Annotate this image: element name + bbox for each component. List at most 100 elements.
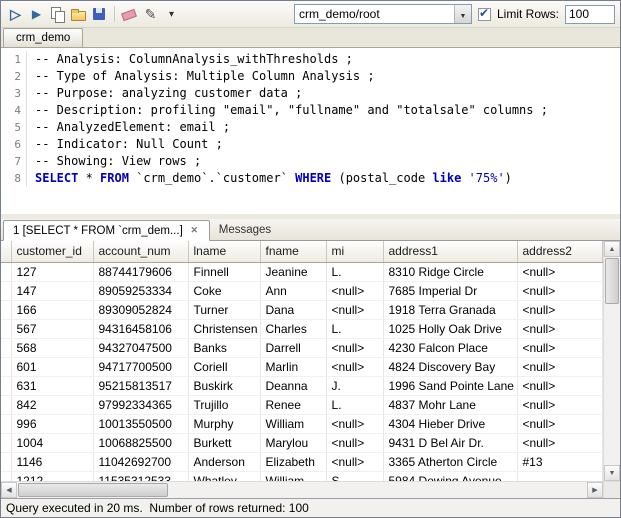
column-header[interactable]: lname [188,241,260,262]
cell[interactable]: Banks [188,338,260,357]
vertical-scrollbar[interactable] [603,241,620,481]
table-row[interactable]: 121211535312533WhatleyWilliamS.5984 Dewi… [1,471,603,481]
cell[interactable]: J. [326,376,383,395]
cell[interactable]: 11042692700 [93,452,188,471]
cell[interactable]: 601 [11,357,93,376]
cell[interactable]: 5984 Dewing Avenue [383,471,517,481]
cell[interactable]: <null> [517,414,603,433]
column-header[interactable]: fname [260,241,326,262]
vertical-scrollbar-thumb[interactable] [605,258,619,304]
cell[interactable]: 89309052824 [93,300,188,319]
horizontal-scrollbar-thumb[interactable] [18,483,168,497]
table-row[interactable]: 60194717700500CoriellMarlin<null>4824 Di… [1,357,603,376]
cell[interactable]: Burkett [188,433,260,452]
cell[interactable]: <null> [326,433,383,452]
cell[interactable]: 89059253334 [93,281,188,300]
clear-icon[interactable] [120,5,139,24]
chevron-down-icon[interactable] [162,5,181,24]
table-row[interactable]: 56894327047500BanksDarrell<null>4230 Fal… [1,338,603,357]
scroll-right-button[interactable] [587,482,603,498]
cell[interactable]: 7685 Imperial Dr [383,281,517,300]
cell[interactable]: Renee [260,395,326,414]
cell[interactable]: <null> [517,357,603,376]
cell[interactable]: Trujillo [188,395,260,414]
editor-line[interactable]: 2-- Type of Analysis: Multiple Column An… [1,68,620,85]
cell[interactable]: 147 [11,281,93,300]
cell[interactable]: <null> [517,376,603,395]
cell[interactable]: 1918 Terra Granada [383,300,517,319]
vertical-scrollbar-track[interactable] [604,257,620,465]
cell[interactable]: 3365 Atherton Circle [383,452,517,471]
column-header[interactable]: customer_id [11,241,93,262]
cell[interactable]: <null> [326,357,383,376]
cell[interactable]: <null> [517,395,603,414]
cell[interactable]: Coke [188,281,260,300]
cell[interactable]: <null> [517,281,603,300]
cell[interactable]: 94316458106 [93,319,188,338]
cell[interactable]: 1212 [11,471,93,481]
table-row[interactable]: 63195215813517BuskirkDeannaJ.1996 Sand P… [1,376,603,395]
copy-icon[interactable] [48,5,67,24]
cell[interactable]: #13 [517,452,603,471]
cell[interactable]: 11535312533 [93,471,188,481]
cell[interactable]: L. [326,395,383,414]
editor-line[interactable]: 5-- AnalyzedElement: email ; [1,119,620,136]
cell[interactable]: <null> [326,452,383,471]
cell[interactable]: Anderson [188,452,260,471]
close-icon[interactable] [189,225,200,236]
connection-combo[interactable]: crm_demo/root [294,4,472,24]
cell[interactable]: William [260,414,326,433]
cell[interactable]: Marylou [260,433,326,452]
cell[interactable]: Darrell [260,338,326,357]
column-header[interactable]: account_num [93,241,188,262]
open-folder-icon[interactable] [69,5,88,24]
tab-result-set[interactable]: 1 [SELECT * FROM `crm_dem...] [3,220,210,241]
cell[interactable]: 4837 Mohr Lane [383,395,517,414]
limit-rows-input[interactable] [565,5,615,24]
cell[interactable]: 4304 Hieber Drive [383,414,517,433]
cell[interactable]: S. [326,471,383,481]
cell[interactable]: <null> [517,433,603,452]
connection-combo-dropdown-button[interactable] [454,5,471,23]
horizontal-scrollbar-track[interactable] [17,482,587,498]
cell[interactable]: Elizabeth [260,452,326,471]
cell[interactable]: 88744179606 [93,262,188,281]
editor-line[interactable]: 7-- Showing: View rows ; [1,153,620,170]
scroll-left-button[interactable] [1,482,17,498]
column-header[interactable]: address1 [383,241,517,262]
cell[interactable]: 568 [11,338,93,357]
cell[interactable]: 4824 Discovery Bay [383,357,517,376]
table-row[interactable]: 84297992334365TrujilloReneeL.4837 Mohr L… [1,395,603,414]
cell[interactable]: L. [326,262,383,281]
cell[interactable]: 8310 Ridge Circle [383,262,517,281]
cell[interactable]: Dana [260,300,326,319]
cell[interactable]: <null> [326,414,383,433]
cell[interactable]: Murphy [188,414,260,433]
cell[interactable]: 1996 Sand Pointe Lane [383,376,517,395]
editor-line[interactable]: 4-- Description: profiling "email", "ful… [1,102,620,119]
cell[interactable]: 4230 Falcon Place [383,338,517,357]
cell[interactable]: <null> [517,338,603,357]
cell[interactable]: 10068825500 [93,433,188,452]
table-row[interactable]: 12788744179606FinnellJeanineL.8310 Ridge… [1,262,603,281]
column-header[interactable]: mi [326,241,383,262]
cell[interactable]: Turner [188,300,260,319]
editor-line[interactable]: 1-- Analysis: ColumnAnalysis_withThresho… [1,51,620,68]
cell[interactable]: Deanna [260,376,326,395]
editor-line[interactable]: 8SELECT * FROM `crm_demo`.`customer` WHE… [1,170,620,187]
cell[interactable]: 842 [11,395,93,414]
table-row[interactable]: 14789059253334CokeAnn<null>7685 Imperial… [1,281,603,300]
cell[interactable]: Whatley [188,471,260,481]
cell[interactable]: Coriell [188,357,260,376]
cell[interactable]: 166 [11,300,93,319]
cell[interactable]: Jeanine [260,262,326,281]
cell[interactable]: <null> [517,300,603,319]
cell[interactable]: 1025 Holly Oak Drive [383,319,517,338]
run-query-icon[interactable] [6,5,25,24]
sql-editor[interactable]: 1-- Analysis: ColumnAnalysis_withThresho… [1,48,620,214]
run-selected-icon[interactable] [27,5,46,24]
cell[interactable]: Finnell [188,262,260,281]
tab-crm-demo[interactable]: crm_demo [3,28,83,47]
limit-rows-checkbox[interactable] [478,8,491,21]
cell[interactable]: 567 [11,319,93,338]
